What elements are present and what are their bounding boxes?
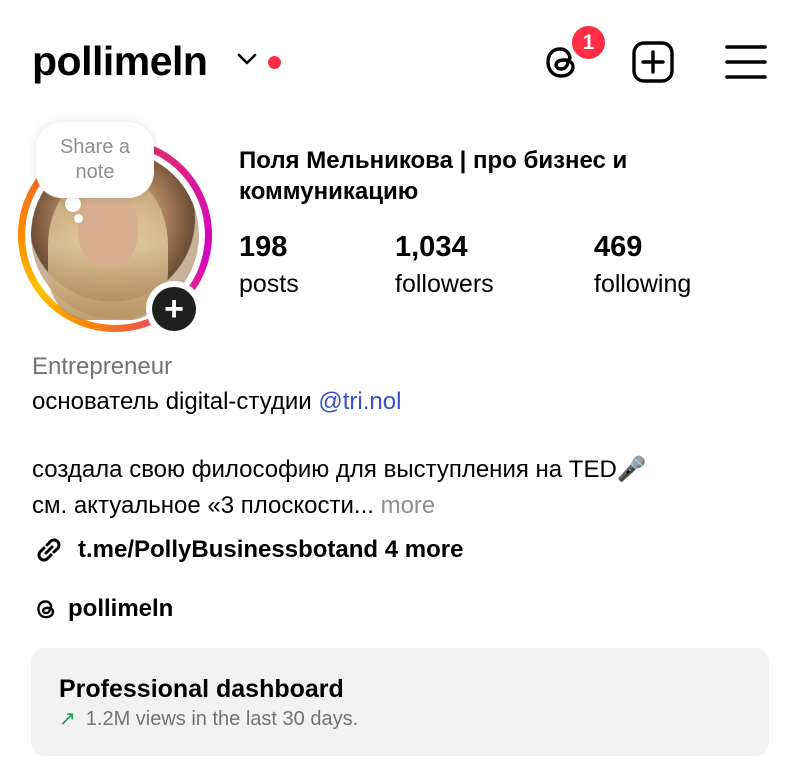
external-link-main[interactable]: t.me/PollyBusinessbot (78, 536, 335, 564)
threads-icon (37, 600, 55, 619)
profile-category: Entrepreneur (32, 353, 173, 380)
posts-stat[interactable]: 198 posts (239, 230, 299, 300)
threads-handle[interactable]: pollimeln (68, 595, 173, 623)
following-label: following (594, 270, 692, 298)
add-story-plus-icon[interactable]: + (152, 287, 196, 331)
profile-username[interactable]: pollimeln (32, 36, 208, 86)
share-note-label: Share a note (59, 136, 131, 183)
bio-mention-link[interactable]: @tri.nol (318, 388, 401, 415)
chevron-down-icon[interactable] (236, 50, 258, 68)
followers-label: followers (395, 270, 494, 298)
external-link-more[interactable]: and 4 more (335, 536, 463, 564)
menu-icon[interactable] (725, 42, 767, 82)
bio-line-3: см. актуальное «3 плоскости... more (32, 488, 772, 524)
professional-dashboard-subtitle: ↗ 1.2M views in the last 30 days. (59, 706, 358, 732)
followers-stat[interactable]: 1,034 followers (395, 230, 494, 300)
external-links-row[interactable]: t.me/PollyBusinessbot and 4 more (32, 533, 463, 567)
followers-count: 1,034 (395, 231, 468, 263)
posts-label: posts (239, 270, 299, 298)
link-icon (37, 538, 61, 562)
share-note-bubble[interactable]: Share a note (36, 122, 154, 198)
bio-line-3-text: см. актуальное «3 плоскости... (32, 492, 374, 519)
following-stat[interactable]: 469 following (594, 230, 691, 300)
bio-line-2: создала свою философию для выступления н… (32, 456, 647, 483)
note-bubble-tail-small (74, 214, 83, 223)
bio-line-1-text: основатель digital-студии (32, 388, 319, 415)
bio-more-link[interactable]: more (381, 492, 436, 519)
following-count: 469 (594, 231, 643, 263)
trend-up-arrow-icon: ↗ (59, 708, 76, 730)
profile-full-name: Поля Мельникова | про бизнес и коммуника… (239, 147, 628, 205)
note-bubble-tail (65, 196, 81, 212)
posts-count: 198 (239, 231, 288, 263)
professional-dashboard-title: Professional dashboard (59, 675, 344, 703)
bio-line-1: основатель digital-студии @tri.nol (32, 384, 772, 420)
threads-profile-link[interactable]: pollimeln (32, 592, 173, 626)
avatar-face (78, 190, 138, 268)
add-post-icon[interactable] (631, 40, 675, 84)
dashboard-views-text: 1.2M views in the last 30 days. (85, 708, 359, 730)
notification-dot (268, 56, 281, 69)
threads-notification-badge: 1 (570, 24, 607, 61)
